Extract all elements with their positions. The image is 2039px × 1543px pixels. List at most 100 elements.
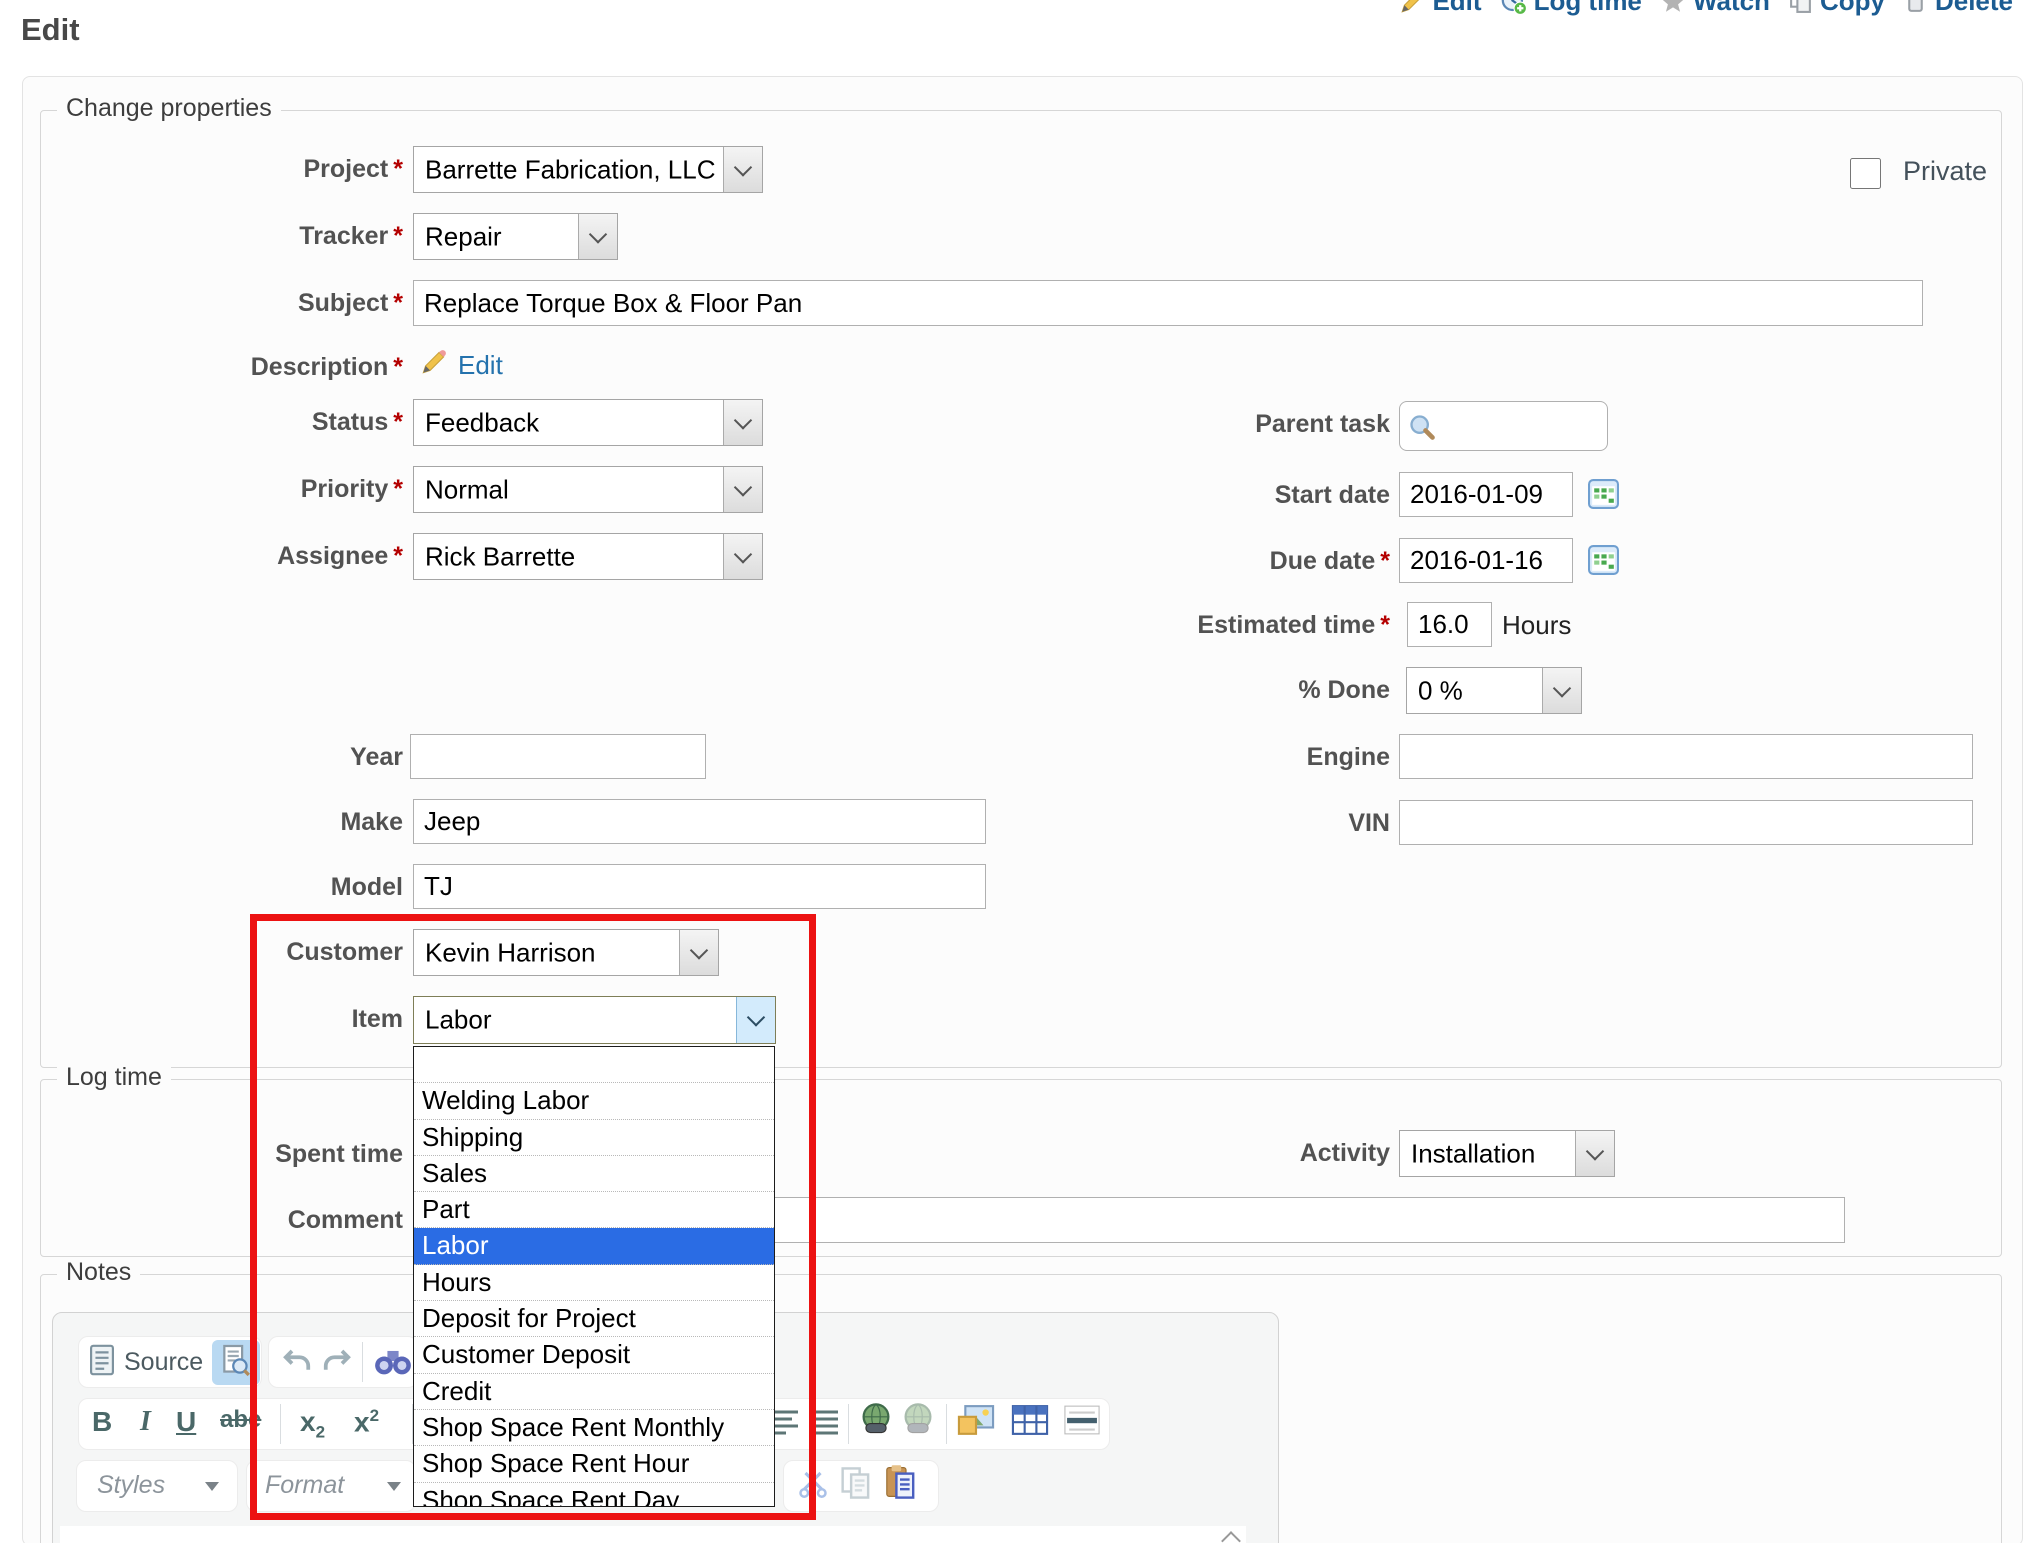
item-option[interactable]: Deposit for Project: [414, 1301, 774, 1337]
item-option[interactable]: Customer Deposit: [414, 1337, 774, 1373]
activity-value: Installation: [1411, 1138, 1535, 1169]
item-option[interactable]: Shop Space Rent Hour: [414, 1446, 774, 1482]
vin-label: VIN: [1050, 809, 1390, 838]
private-checkbox[interactable]: [1850, 158, 1881, 189]
chevron-down-icon[interactable]: [1575, 1131, 1614, 1176]
make-input[interactable]: [413, 799, 986, 844]
parent-task-label: Parent task: [1050, 410, 1390, 439]
customer-label: Customer: [63, 938, 403, 967]
project-select[interactable]: Barrette Fabrication, LLC: [413, 146, 763, 193]
make-label: Make: [63, 808, 403, 837]
due-date-label: Due date*: [1050, 547, 1390, 576]
year-label: Year: [63, 743, 403, 772]
pencil-icon: [420, 349, 447, 376]
context-edit-link[interactable]: Edit: [1399, 0, 1481, 17]
chevron-down-icon[interactable]: [723, 147, 762, 192]
private-label: Private: [1903, 156, 1987, 187]
toolbar-separator: [362, 1342, 363, 1382]
description-edit-link[interactable]: Edit: [458, 350, 503, 381]
item-option[interactable]: [414, 1047, 774, 1083]
item-option[interactable]: Welding Labor: [414, 1083, 774, 1119]
change-properties-legend: Change properties: [57, 94, 281, 123]
vin-input[interactable]: [1399, 800, 1973, 845]
due-date-input[interactable]: [1399, 538, 1573, 583]
bold-button[interactable]: B: [92, 1406, 112, 1438]
find-binoculars-icon[interactable]: [374, 1346, 412, 1376]
priority-value: Normal: [425, 474, 509, 505]
tracker-value: Repair: [425, 221, 502, 252]
table-icon[interactable]: [1010, 1404, 1050, 1436]
calendar-icon[interactable]: [1588, 478, 1619, 509]
activity-select[interactable]: Installation: [1399, 1130, 1615, 1177]
item-option[interactable]: Shipping: [414, 1120, 774, 1156]
spent-time-label: Spent time: [63, 1140, 403, 1169]
calendar-icon[interactable]: [1588, 544, 1619, 575]
year-input[interactable]: [410, 734, 706, 779]
superscript-button[interactable]: x2: [354, 1406, 379, 1438]
cut-scissors-icon[interactable]: [798, 1468, 828, 1498]
toolbar-separator: [280, 1404, 281, 1444]
percent-done-select[interactable]: 0 %: [1406, 667, 1582, 714]
estimated-time-label: Estimated time*: [1050, 611, 1390, 640]
source-button[interactable]: Source: [124, 1348, 203, 1377]
status-label: Status*: [63, 408, 403, 437]
item-option[interactable]: Part: [414, 1192, 774, 1228]
context-delete-label: Delete: [1935, 0, 2013, 17]
context-copy-label: Copy: [1820, 0, 1885, 17]
context-watch-label: Watch: [1693, 0, 1770, 17]
engine-input[interactable]: [1399, 734, 1973, 779]
redo-icon[interactable]: [322, 1348, 352, 1374]
strikethrough-button[interactable]: abe: [220, 1406, 261, 1434]
item-option[interactable]: Shop Space Rent Monthly: [414, 1410, 774, 1446]
percent-done-value: 0 %: [1418, 675, 1463, 706]
chevron-down-icon[interactable]: [736, 997, 775, 1043]
source-document-icon: [90, 1344, 114, 1376]
chevron-down-icon[interactable]: [723, 467, 762, 512]
notes-legend: Notes: [57, 1258, 140, 1287]
underline-button[interactable]: U: [176, 1406, 196, 1438]
tracker-select[interactable]: Repair: [413, 213, 618, 260]
chevron-down-icon[interactable]: [723, 534, 762, 579]
context-log-time-link[interactable]: Log time: [1500, 0, 1642, 17]
justify-block-icon[interactable]: [810, 1408, 840, 1436]
start-date-label: Start date: [1050, 481, 1390, 510]
priority-select[interactable]: Normal: [413, 466, 763, 513]
issue-edit-page: Edit Log time Watch Copy Delete Edit Cha…: [0, 0, 2039, 1543]
subscript-button[interactable]: x2: [300, 1406, 325, 1443]
chevron-down-icon[interactable]: [723, 400, 762, 445]
pencil-icon: [1399, 0, 1425, 15]
context-copy-link[interactable]: Copy: [1788, 0, 1885, 17]
item-option[interactable]: Sales: [414, 1156, 774, 1192]
format-dropdown[interactable]: Format: [246, 1460, 416, 1512]
paste-clipboard-icon[interactable]: [884, 1464, 916, 1500]
horizontal-rule-icon[interactable]: [1062, 1404, 1102, 1436]
copy-pages-icon[interactable]: [840, 1466, 872, 1500]
context-delete-link[interactable]: Delete: [1903, 0, 2013, 17]
image-icon[interactable]: [956, 1404, 996, 1436]
model-input[interactable]: [413, 864, 986, 909]
unlink-icon[interactable]: [900, 1402, 936, 1436]
item-option-selected[interactable]: Labor: [414, 1228, 774, 1264]
estimated-time-input[interactable]: [1407, 602, 1492, 647]
context-watch-link[interactable]: Watch: [1660, 0, 1770, 17]
search-icon: [1408, 413, 1436, 441]
assignee-value: Rick Barrette: [425, 541, 575, 572]
status-select[interactable]: Feedback: [413, 399, 763, 446]
assignee-select[interactable]: Rick Barrette: [413, 533, 763, 580]
item-option[interactable]: Credit: [414, 1374, 774, 1410]
chevron-down-icon[interactable]: [679, 930, 718, 975]
chevron-down-icon[interactable]: [1542, 668, 1581, 713]
styles-dropdown[interactable]: Styles: [76, 1460, 238, 1512]
customer-select[interactable]: Kevin Harrison: [413, 929, 719, 976]
editor-content-area[interactable]: [60, 1526, 1246, 1543]
item-option[interactable]: Hours: [414, 1265, 774, 1301]
chevron-down-icon[interactable]: [578, 214, 617, 259]
italic-button[interactable]: I: [140, 1406, 151, 1438]
item-select[interactable]: Labor: [413, 996, 776, 1044]
undo-icon[interactable]: [282, 1348, 312, 1374]
subject-input[interactable]: [413, 280, 1923, 326]
item-option[interactable]: Shop Space Rent Day: [414, 1483, 774, 1507]
start-date-input[interactable]: [1399, 472, 1573, 517]
link-icon[interactable]: [858, 1402, 894, 1436]
hours-suffix: Hours: [1502, 610, 1571, 641]
